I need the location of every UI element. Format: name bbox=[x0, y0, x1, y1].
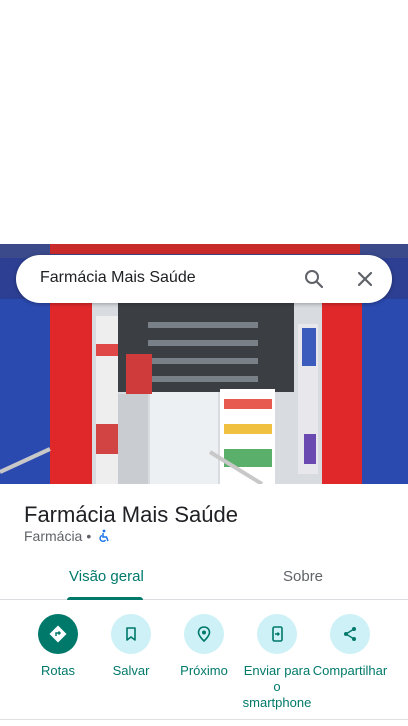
directions-label: Rotas bbox=[41, 663, 75, 678]
save-button[interactable]: Salvar bbox=[93, 614, 169, 679]
send-to-phone-icon bbox=[257, 614, 297, 654]
tab-bar: Visão geral Sobre bbox=[0, 560, 408, 600]
wheelchair-icon bbox=[97, 529, 111, 543]
place-title: Farmácia Mais Saúde bbox=[24, 502, 238, 527]
action-buttons: Rotas Salvar Próximo Enviar para o smart… bbox=[0, 614, 408, 714]
share-label: Compartilhar bbox=[312, 663, 388, 678]
map-area[interactable] bbox=[0, 0, 408, 244]
send-to-phone-label: Enviar para o smartphone bbox=[242, 663, 312, 710]
place-info-panel: Farmácia Mais Saúde Farmácia • Visão ger… bbox=[0, 484, 408, 726]
share-icon bbox=[330, 614, 370, 654]
directions-icon bbox=[38, 614, 78, 654]
search-input[interactable]: Farmácia Mais Saúde bbox=[40, 269, 196, 287]
nearby-label: Próximo bbox=[180, 663, 228, 678]
save-label: Salvar bbox=[112, 663, 150, 678]
search-bar[interactable]: Farmácia Mais Saúde bbox=[16, 255, 392, 303]
separator-dot: • bbox=[86, 528, 92, 544]
bookmark-icon bbox=[111, 614, 151, 654]
close-icon[interactable] bbox=[353, 267, 377, 291]
active-tab-indicator bbox=[67, 597, 143, 600]
nearby-button[interactable]: Próximo bbox=[166, 614, 242, 679]
search-icon[interactable] bbox=[302, 267, 326, 291]
divider bbox=[0, 719, 408, 720]
directions-button[interactable]: Rotas bbox=[20, 614, 96, 679]
share-button[interactable]: Compartilhar bbox=[312, 614, 388, 679]
place-category: Farmácia bbox=[24, 528, 83, 544]
nearby-icon bbox=[184, 614, 224, 654]
send-to-phone-button[interactable]: Enviar para o smartphone bbox=[239, 614, 315, 711]
tab-overview[interactable]: Visão geral bbox=[69, 568, 144, 585]
place-category-row: Farmácia • bbox=[24, 528, 111, 544]
tab-about[interactable]: Sobre bbox=[283, 568, 323, 585]
